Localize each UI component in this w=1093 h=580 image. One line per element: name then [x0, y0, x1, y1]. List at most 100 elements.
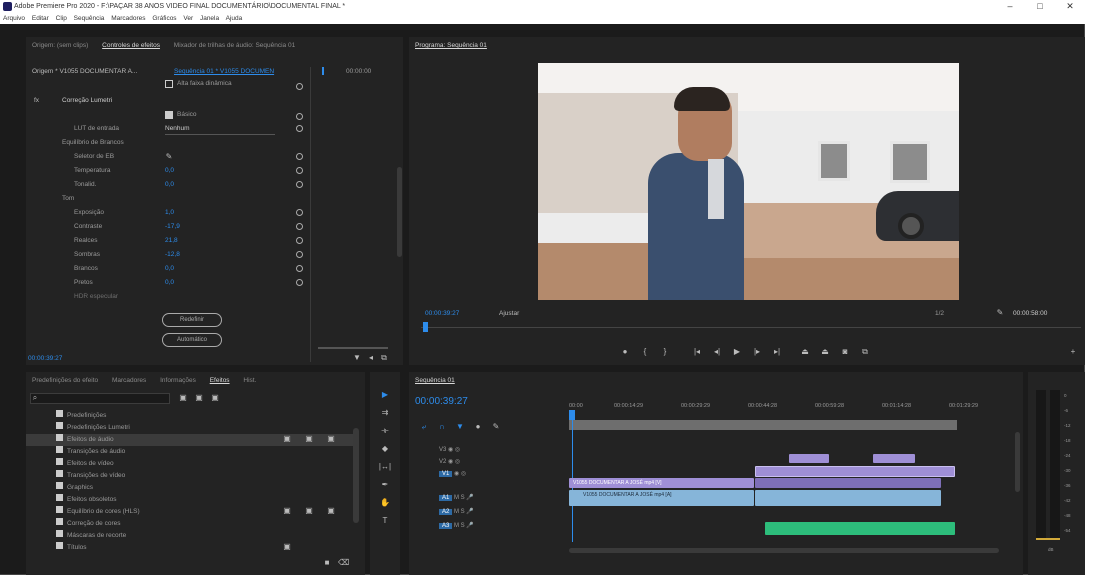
list-item[interactable]: Transições de áudio: [56, 446, 125, 458]
clip-v1[interactable]: V1055 DOCUMENTAR A JOSÉ mp4 [V]: [569, 478, 754, 488]
list-item[interactable]: Máscaras de recorte: [56, 530, 126, 542]
reset-highlights-icon[interactable]: [296, 237, 303, 244]
clip-v3[interactable]: [873, 454, 915, 463]
timeline-scrollbar[interactable]: [569, 548, 999, 553]
reset-hdr-icon[interactable]: [296, 83, 303, 90]
track-header-v3[interactable]: V3 ◉ ◎: [439, 444, 460, 456]
video-frame[interactable]: [538, 63, 959, 300]
reset-contrast-icon[interactable]: [296, 223, 303, 230]
program-scrub-bar[interactable]: [421, 327, 1081, 328]
snap-icon[interactable]: ∩: [437, 422, 447, 432]
whites-value[interactable]: 0,0: [165, 263, 174, 275]
track-header-a1[interactable]: A1 M S 🎤: [439, 492, 474, 504]
mark-in-icon[interactable]: {: [639, 347, 651, 357]
effects-zoom-bar[interactable]: [318, 347, 388, 349]
list-item[interactable]: Transições de vídeo: [56, 470, 125, 482]
tone-label[interactable]: Tom: [62, 193, 74, 205]
timeline-vertical-scrollbar[interactable]: [1015, 432, 1020, 492]
play-icon[interactable]: ▶: [731, 347, 743, 357]
list-item[interactable]: Efeitos de áudio: [56, 434, 114, 446]
reset-whites-icon[interactable]: [296, 265, 303, 272]
track-header-a3[interactable]: A3 M S 🎤: [439, 520, 474, 532]
shadows-value[interactable]: -12,8: [165, 249, 180, 261]
list-item[interactable]: Correção de cores: [56, 518, 120, 530]
yuv-effects-icon[interactable]: ▣: [210, 393, 220, 403]
ripple-edit-icon[interactable]: ⟛: [378, 426, 392, 436]
reset-shadows-icon[interactable]: [296, 251, 303, 258]
mark-out-icon[interactable]: }: [659, 347, 671, 357]
type-icon[interactable]: T: [378, 516, 392, 526]
track-select-icon[interactable]: ⇉: [378, 408, 392, 418]
tab-effect-presets[interactable]: Predefinições do efeito: [32, 377, 98, 384]
resolution-dropdown[interactable]: 1/2: [935, 308, 944, 320]
reset-tint-icon[interactable]: [296, 181, 303, 188]
close-button[interactable]: ✕: [1055, 0, 1085, 13]
tab-history[interactable]: Hist.: [243, 377, 256, 384]
add-marker-icon[interactable]: ●: [619, 347, 631, 357]
razor-icon[interactable]: ◆: [378, 444, 392, 454]
clip-v2[interactable]: [755, 466, 955, 477]
slip-icon[interactable]: |↔|: [378, 462, 392, 472]
contrast-value[interactable]: -17,9: [165, 221, 180, 233]
add-button-icon[interactable]: +: [1067, 347, 1079, 357]
effects-search-input[interactable]: [30, 393, 170, 404]
clip-v3[interactable]: [789, 454, 829, 463]
nest-icon[interactable]: ⤶: [419, 422, 429, 432]
menu-ver[interactable]: Ver: [183, 15, 193, 22]
reset-lut-icon[interactable]: [296, 125, 303, 132]
delete-icon[interactable]: ⌫: [338, 558, 349, 568]
tab-effects[interactable]: Efeitos: [210, 377, 230, 384]
menu-editar[interactable]: Editar: [32, 15, 49, 22]
tab-info[interactable]: Informações: [160, 377, 196, 384]
tab-effect-controls[interactable]: Controles de efeitos: [102, 42, 160, 49]
play-audio-icon[interactable]: ◂: [366, 353, 376, 363]
menu-arquivo[interactable]: Arquivo: [3, 15, 25, 22]
reset-button[interactable]: Redefinir: [162, 313, 222, 327]
list-item[interactable]: Equilíbrio de cores (HLS): [56, 506, 140, 518]
list-item[interactable]: Graphics: [56, 482, 93, 494]
fx-label[interactable]: fx: [34, 95, 39, 107]
exposure-value[interactable]: 1,0: [165, 207, 174, 219]
track-header-v1[interactable]: V1 ◉ ◎: [439, 468, 466, 480]
track-header-v2[interactable]: V2 ◉ ◎: [439, 456, 460, 468]
reset-blacks-icon[interactable]: [296, 279, 303, 286]
extract-icon[interactable]: ⏏: [819, 347, 831, 357]
comparison-view-icon[interactable]: ⧉: [859, 347, 871, 357]
export-frame-icon[interactable]: ⧉: [379, 353, 389, 363]
program-playhead[interactable]: [423, 322, 428, 332]
maximize-button[interactable]: □: [1025, 0, 1055, 13]
reset-wb-icon[interactable]: [296, 153, 303, 160]
go-to-out-icon[interactable]: ▸|: [771, 347, 783, 357]
source-clip-label[interactable]: Origem * V1055 DOCUMENTAR A...: [32, 66, 137, 78]
track-header-a2[interactable]: A2 M S 🎤: [439, 506, 474, 518]
step-forward-icon[interactable]: |▸: [751, 347, 763, 357]
go-to-in-icon[interactable]: |◂: [691, 347, 703, 357]
reset-exposure-icon[interactable]: [296, 209, 303, 216]
white-balance-label[interactable]: Equilíbrio de Brancos: [62, 137, 124, 149]
linked-selection-icon[interactable]: ▼: [455, 422, 465, 432]
list-item[interactable]: Predefinições: [56, 410, 106, 422]
effects-playhead[interactable]: [322, 67, 324, 75]
auto-button[interactable]: Automático: [162, 333, 222, 347]
tab-audio-mixer[interactable]: Mixador de trilhas de áudio: Sequência 0…: [174, 42, 295, 49]
32bit-effects-icon[interactable]: ▣: [194, 393, 204, 403]
selection-icon[interactable]: ▶: [378, 390, 392, 400]
basic-checkbox[interactable]: [165, 111, 173, 119]
fit-dropdown[interactable]: Ajustar: [499, 308, 519, 320]
wrench-icon[interactable]: ✎: [995, 308, 1005, 318]
highlights-value[interactable]: 21,8: [165, 235, 178, 247]
work-area-bar[interactable]: [569, 420, 957, 430]
timeline-playhead-handle[interactable]: [569, 410, 575, 420]
effects-scrollbar[interactable]: [397, 167, 402, 257]
add-marker-icon[interactable]: ●: [473, 422, 483, 432]
new-bin-icon[interactable]: ■: [322, 558, 332, 568]
list-item[interactable]: Títulos: [56, 542, 87, 554]
effects-list-scrollbar[interactable]: [353, 428, 359, 523]
export-frame-icon[interactable]: ◙: [839, 347, 851, 357]
clip-a1-segment[interactable]: [755, 490, 941, 506]
timeline-settings-icon[interactable]: ✎: [491, 422, 501, 432]
reset-basic-icon[interactable]: [296, 113, 303, 120]
hand-icon[interactable]: ✋: [378, 498, 392, 508]
temperature-value[interactable]: 0,0: [165, 165, 174, 177]
step-back-icon[interactable]: ◂|: [711, 347, 723, 357]
